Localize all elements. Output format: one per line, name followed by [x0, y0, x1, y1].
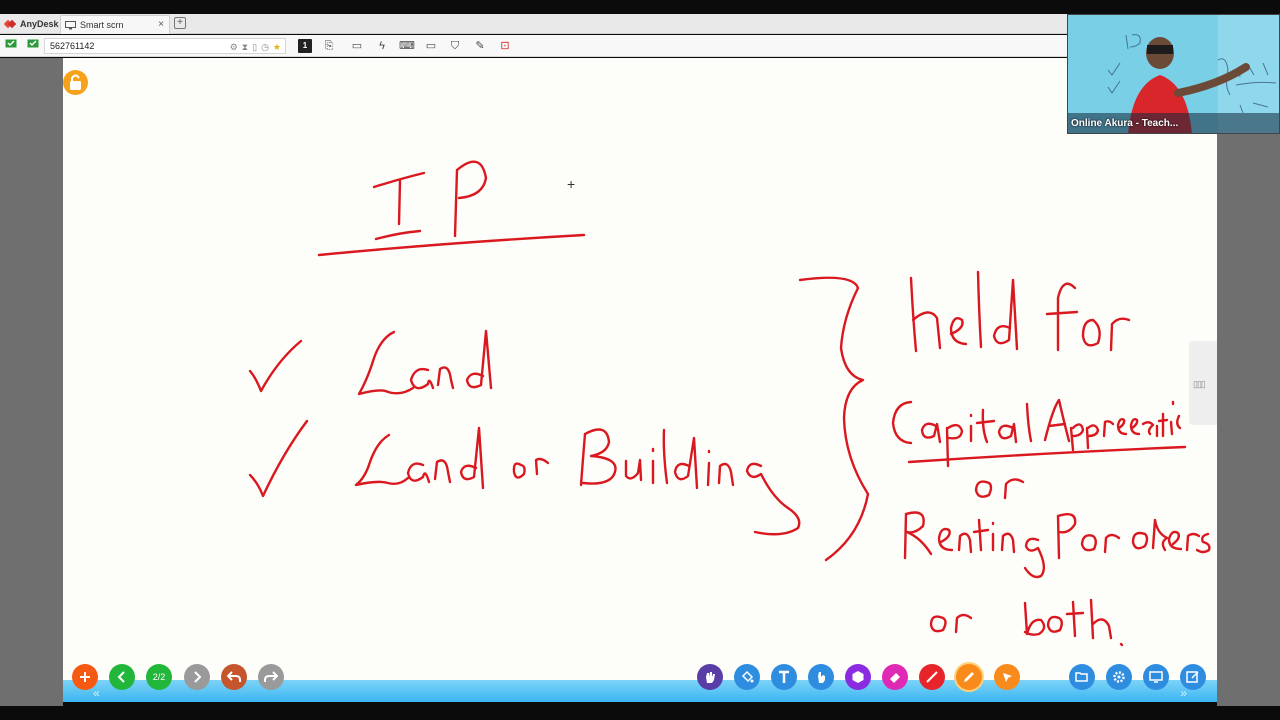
folder-icon	[1075, 672, 1088, 682]
left-gutter	[0, 58, 63, 706]
fill-icon	[741, 670, 754, 683]
monitor-icon	[65, 20, 76, 29]
chat-icon[interactable]: ▭	[350, 39, 364, 53]
permissions-icon[interactable]: ⚙	[230, 40, 238, 54]
curly-brace	[798, 276, 870, 562]
eraser-tool-button[interactable]	[882, 664, 908, 690]
anydesk-toolbar: 562761142 ⚙ ⧗ ▯ ◷ ★ 1 ⎘ ▭ ϟ ⌨ ▭ ⛉ ✎ ⊡	[0, 35, 1068, 57]
keyboard-icon[interactable]: ⌨	[399, 39, 415, 53]
eraser-icon	[890, 673, 900, 683]
add-page-button[interactable]	[72, 664, 98, 690]
redo-icon	[264, 671, 278, 682]
webcam-video-window[interactable]: Online Akura - Teach...	[1067, 14, 1280, 134]
laser-icon	[1003, 673, 1012, 682]
prev-page-icon	[117, 671, 125, 683]
word-land	[357, 329, 493, 396]
words-or-both	[929, 598, 1124, 647]
pointer-icon	[818, 672, 825, 683]
brand-label: AnyDesk	[20, 19, 59, 29]
undo-icon	[227, 671, 241, 682]
tab-close-icon[interactable]: ×	[158, 19, 164, 30]
anydesk-logo-icon	[3, 18, 17, 30]
check-mark-1	[248, 339, 303, 393]
connection-status-icon[interactable]	[4, 39, 18, 53]
redo-button[interactable]	[258, 664, 284, 690]
settings-button[interactable]	[1106, 664, 1132, 690]
words-held-for	[909, 270, 1131, 353]
laser-tool-button[interactable]	[994, 664, 1020, 690]
record-icon[interactable]: ⊡	[498, 39, 512, 53]
text-tool-button[interactable]	[771, 664, 797, 690]
address-value: 562761142	[50, 41, 95, 51]
address-field[interactable]: 562761142 ⚙ ⧗ ▯ ◷ ★	[44, 38, 286, 54]
whiteboard-canvas[interactable]: + ▯▯▯	[63, 58, 1217, 700]
actions-lightning-icon[interactable]: ϟ	[375, 39, 389, 53]
text-icon	[779, 670, 789, 683]
screen: AnyDesk Smart scrn × + 562761142 ⚙ ⧗ ▯ ◷…	[0, 0, 1280, 720]
hourglass-icon[interactable]: ⧗	[242, 40, 248, 54]
edit-icon	[1186, 671, 1199, 683]
anydesk-brand: AnyDesk	[3, 17, 59, 31]
tab-title: Smart scrn	[80, 20, 124, 30]
pen-tool-button[interactable]	[956, 664, 982, 690]
shape-tool-button[interactable]	[845, 664, 871, 690]
page-indicator-label: 2/2	[152, 671, 166, 682]
next-page-icon	[194, 671, 202, 683]
monitor-select-button[interactable]: 1	[298, 39, 312, 53]
undo-button[interactable]	[221, 664, 247, 690]
words-land-or-building	[354, 426, 801, 536]
pointer-tool-button[interactable]	[808, 664, 834, 690]
hand-tool-button[interactable]	[697, 664, 723, 690]
prev-page-button[interactable]	[109, 664, 135, 690]
crosshair-cursor-icon: +	[567, 176, 576, 192]
handwriting-layer	[248, 160, 1211, 647]
screen-button[interactable]	[1143, 664, 1169, 690]
display-icon[interactable]: ▭	[424, 39, 438, 53]
side-panel-toggle[interactable]: ▯▯▯	[1189, 341, 1217, 425]
whiteboard-pen-icon[interactable]: ✎	[473, 39, 487, 53]
heading-ip	[317, 160, 586, 257]
next-page-button[interactable]	[184, 664, 210, 690]
screen-icon	[1149, 671, 1163, 683]
collapse-left-icon[interactable]: «	[93, 686, 100, 700]
check-mark-2	[248, 419, 309, 498]
words-capital-appreciation	[891, 398, 1187, 468]
whiteboard-toolbar: « » 2/2	[63, 656, 1217, 706]
word-or-1	[974, 478, 1025, 500]
hand-icon	[706, 672, 715, 683]
unlock-icon[interactable]	[63, 70, 88, 95]
shape-icon	[852, 671, 864, 683]
words-renting-for-others	[903, 511, 1211, 579]
file-transfer-icon[interactable]: ⎘	[322, 39, 336, 53]
settings-icon	[1113, 671, 1125, 683]
pen-icon	[964, 672, 974, 682]
session-tab[interactable]: Smart scrn ×	[60, 15, 170, 34]
right-gutter	[1217, 134, 1280, 706]
new-tab-button[interactable]: +	[174, 17, 186, 29]
history-icon[interactable]: ◷	[261, 40, 269, 54]
line-icon	[926, 671, 938, 683]
favorite-star-icon[interactable]: ★	[273, 40, 281, 54]
page-indicator: 2/2	[146, 664, 172, 690]
open-file-button[interactable]	[1069, 664, 1095, 690]
permissions-shield-icon[interactable]: ⛉	[448, 39, 462, 53]
grip-icon: ▯▯▯	[1193, 379, 1206, 389]
edit-button[interactable]	[1180, 664, 1206, 690]
add-icon	[80, 672, 90, 682]
address-icons: ⚙ ⧗ ▯ ◷ ★	[230, 40, 281, 54]
video-caption: Online Akura - Teach...	[1071, 118, 1179, 129]
mouse-icon[interactable]: ▯	[252, 40, 257, 54]
fill-tool-button[interactable]	[734, 664, 760, 690]
line-tool-button[interactable]	[919, 664, 945, 690]
secure-connection-icon[interactable]	[26, 39, 40, 53]
